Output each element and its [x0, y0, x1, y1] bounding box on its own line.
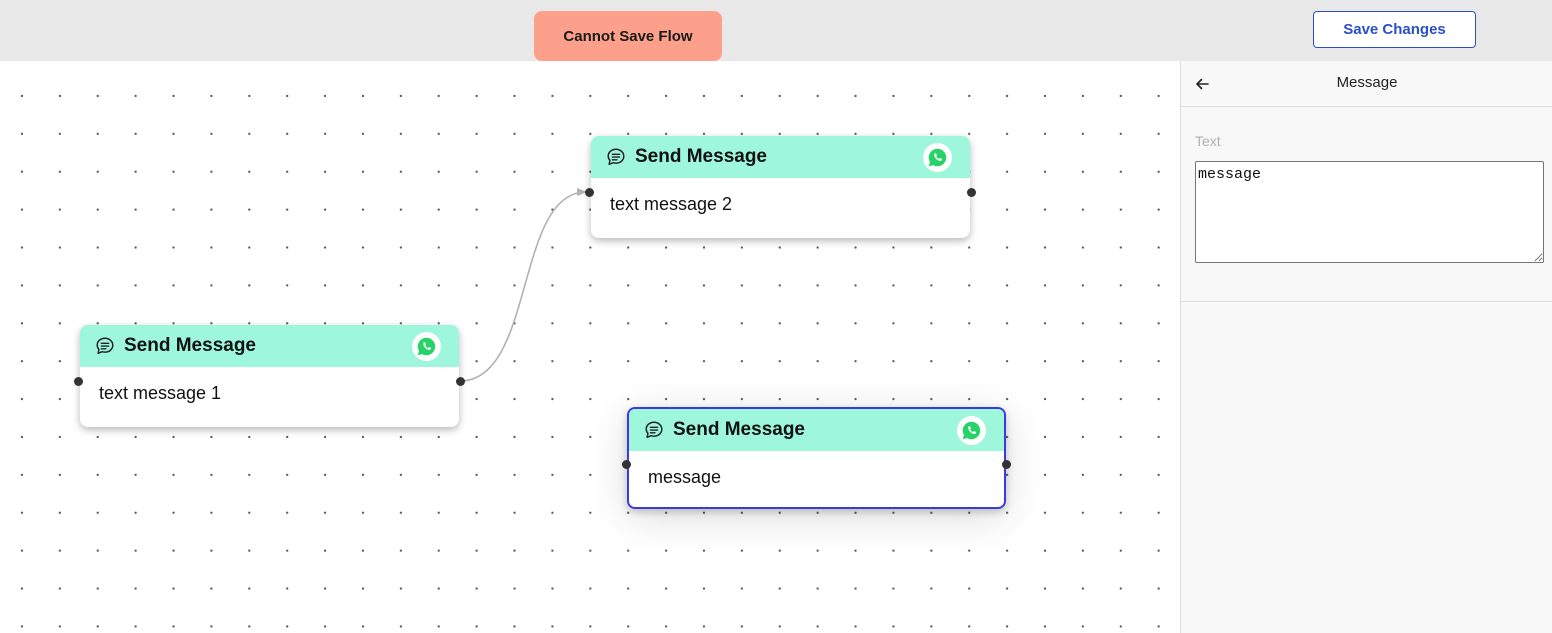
flow-canvas[interactable]: Send Message text message 1 Send Message… [0, 61, 1180, 633]
message-text-input[interactable]: message [1195, 161, 1544, 263]
settings-panel: Message Text message [1180, 61, 1552, 633]
node-target-handle[interactable] [622, 460, 631, 469]
node-header: Send Message [591, 136, 970, 178]
node-title: Send Message [124, 335, 256, 356]
node-title: Send Message [673, 419, 805, 440]
node-source-handle[interactable] [1002, 460, 1011, 469]
whatsapp-icon [923, 143, 952, 172]
node-message-text: message [648, 467, 722, 487]
node-header: Send Message [629, 409, 1004, 451]
whatsapp-icon [412, 332, 441, 361]
send-message-node[interactable]: Send Message text message 2 [585, 136, 976, 238]
whatsapp-icon [957, 416, 986, 445]
send-message-node[interactable]: Send Message text message 1 [74, 325, 465, 427]
chat-bubble-icon [605, 146, 627, 168]
panel-header: Message [1181, 61, 1552, 107]
node-message-text: text message 2 [610, 194, 733, 214]
panel-divider [1181, 301, 1552, 302]
send-message-node-selected[interactable]: Send Message message [622, 407, 1011, 509]
edge-node1-to-node2[interactable] [459, 188, 587, 382]
cannot-save-flow-banner: Cannot Save Flow [534, 11, 722, 61]
node-source-handle[interactable] [456, 377, 465, 386]
node-target-handle[interactable] [585, 188, 594, 197]
panel-title: Message [1336, 74, 1398, 91]
node-message-text: text message 1 [99, 383, 222, 403]
node-title: Send Message [635, 146, 767, 167]
chat-bubble-icon [643, 419, 665, 441]
text-field-label: Text [1195, 133, 1221, 149]
node-header: Send Message [80, 325, 459, 367]
top-bar: Cannot Save Flow Save Changes [0, 0, 1552, 61]
node-source-handle[interactable] [967, 188, 976, 197]
chat-bubble-icon [94, 335, 116, 357]
save-changes-button[interactable]: Save Changes [1313, 11, 1476, 48]
node-target-handle[interactable] [74, 377, 83, 386]
